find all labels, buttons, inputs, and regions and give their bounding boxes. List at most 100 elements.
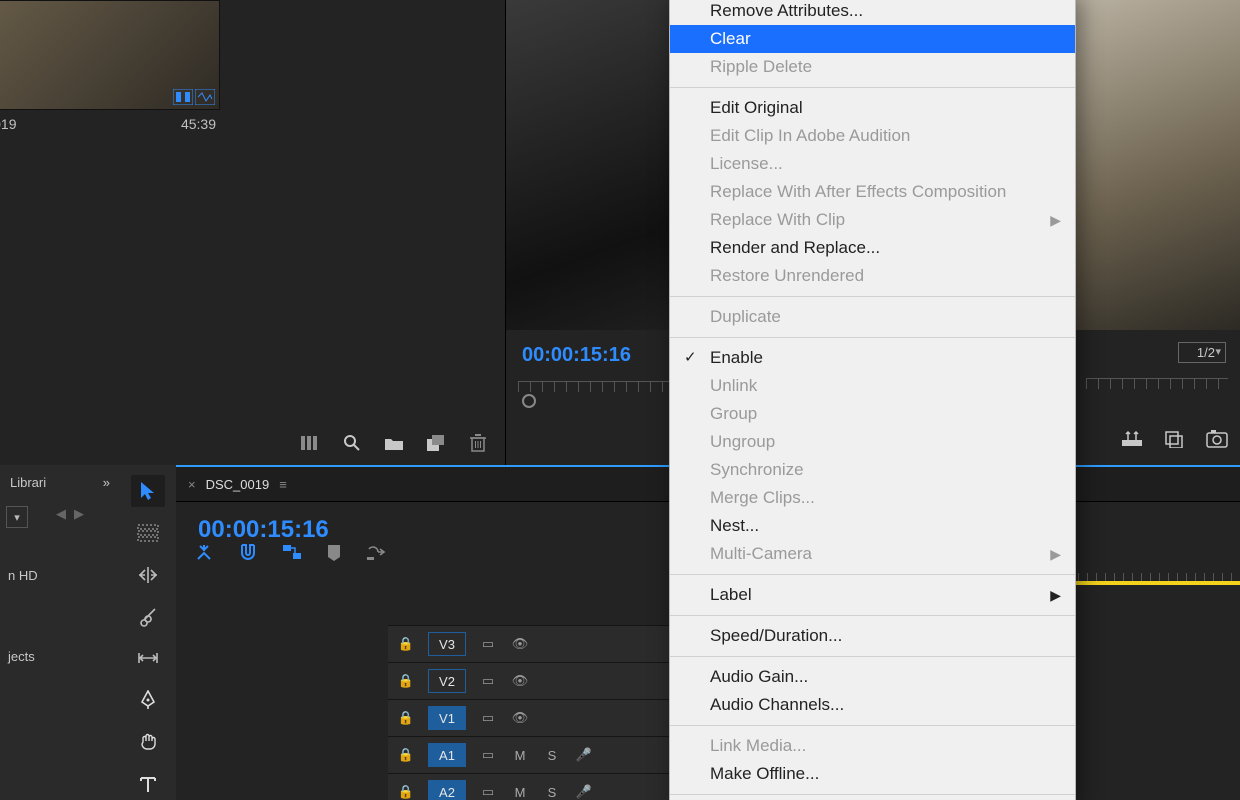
- lock-icon[interactable]: 🔒: [396, 673, 416, 689]
- app-root: 24:42 DSC_0019 45:39: [0, 0, 1240, 800]
- linked-selection-icon[interactable]: [282, 543, 302, 564]
- menu-item: Multi-Camera▶: [670, 540, 1075, 568]
- bin-toolbar: [300, 433, 488, 453]
- program-monitor: 1/2: [1074, 0, 1240, 465]
- sync-lock-icon[interactable]: ▭: [478, 784, 498, 800]
- menu-separator: [670, 87, 1075, 88]
- mute-toggle[interactable]: M: [510, 748, 530, 763]
- timeline-timecode[interactable]: 00:00:15:16: [198, 516, 329, 544]
- track-header-v1[interactable]: 🔒 V1 ▭ 👁: [388, 699, 682, 736]
- solo-toggle[interactable]: S: [542, 785, 562, 800]
- new-bin-icon[interactable]: [384, 433, 404, 453]
- lock-icon[interactable]: 🔒: [396, 710, 416, 726]
- lock-icon[interactable]: 🔒: [396, 747, 416, 763]
- menu-item[interactable]: Label▶: [670, 581, 1075, 609]
- razor-tool-icon[interactable]: [131, 601, 165, 633]
- nav-back-icon[interactable]: ◀: [56, 506, 66, 522]
- clip-duration: 45:39: [181, 116, 216, 132]
- menu-item[interactable]: Nest...: [670, 512, 1075, 540]
- track-header-v2[interactable]: 🔒 V2 ▭ 👁: [388, 662, 682, 699]
- menu-item: Synchronize: [670, 456, 1075, 484]
- menu-item[interactable]: Render and Replace...: [670, 234, 1075, 262]
- sync-lock-icon[interactable]: ▭: [478, 636, 498, 652]
- search-icon[interactable]: [342, 433, 362, 453]
- sync-lock-icon[interactable]: ▭: [478, 747, 498, 763]
- track-target[interactable]: V2: [428, 669, 466, 693]
- timeline-tools: [120, 465, 177, 800]
- eye-icon[interactable]: 👁: [510, 673, 530, 689]
- program-frame[interactable]: [1074, 0, 1240, 330]
- voiceover-icon[interactable]: 🎤: [574, 747, 594, 763]
- ripple-edit-tool-icon[interactable]: [131, 559, 165, 591]
- track-target[interactable]: V1: [428, 706, 466, 730]
- magnet-icon[interactable]: [238, 543, 258, 564]
- sequence-name[interactable]: DSC_0019: [206, 477, 270, 492]
- menu-item[interactable]: Edit Original: [670, 94, 1075, 122]
- list-view-icon[interactable]: [300, 433, 320, 453]
- resolution-value: 1/2: [1197, 345, 1215, 360]
- track-headers: 🔒 V3 ▭ 👁 🔒 V2 ▭ 👁 🔒 V1 ▭ 👁 🔒 A1 ▭: [388, 625, 682, 800]
- eye-icon[interactable]: 👁: [510, 636, 530, 652]
- menu-item[interactable]: Clear: [670, 25, 1075, 53]
- library-item[interactable]: jects: [0, 589, 120, 670]
- tab-options-icon[interactable]: ≡: [279, 477, 287, 492]
- slip-tool-icon[interactable]: [131, 643, 165, 675]
- menu-separator: [670, 794, 1075, 795]
- eye-icon[interactable]: 👁: [510, 710, 530, 726]
- library-sidebar: Librari » ▾ ◀ ▶ n HD jects: [0, 465, 121, 800]
- settings-icon[interactable]: [366, 543, 386, 564]
- snap-icon[interactable]: [194, 543, 214, 564]
- submenu-arrow-icon: ▶: [1050, 587, 1061, 604]
- menu-item: Restore Unrendered: [670, 262, 1075, 290]
- library-tab-label[interactable]: Librari: [10, 475, 46, 490]
- submenu-arrow-icon: ▶: [1050, 212, 1061, 229]
- resolution-selector[interactable]: 1/2: [1178, 342, 1226, 363]
- marker-add-icon[interactable]: [326, 543, 342, 564]
- menu-item: Merge Clips...: [670, 484, 1075, 512]
- hand-tool-icon[interactable]: [131, 726, 165, 758]
- menu-item[interactable]: Enable✓: [670, 344, 1075, 372]
- menu-item[interactable]: Audio Channels...: [670, 691, 1075, 719]
- menu-separator: [670, 337, 1075, 338]
- clip-thumbnail[interactable]: [0, 0, 220, 110]
- new-item-icon[interactable]: [426, 433, 446, 453]
- track-select-tool-icon[interactable]: [131, 517, 165, 549]
- lock-icon[interactable]: 🔒: [396, 636, 416, 652]
- track-target[interactable]: A2: [428, 780, 466, 800]
- track-header-v3[interactable]: 🔒 V3 ▭ 👁: [388, 625, 682, 662]
- sync-lock-icon[interactable]: ▭: [478, 673, 498, 689]
- menu-item[interactable]: Remove Attributes...: [670, 0, 1075, 25]
- lift-icon[interactable]: [1122, 430, 1142, 451]
- track-header-a2[interactable]: 🔒 A2 ▭ M S 🎤: [388, 773, 682, 800]
- clip-badges: [173, 89, 215, 105]
- menu-item: Unlink: [670, 372, 1075, 400]
- menu-item[interactable]: Make Offline...: [670, 760, 1075, 788]
- mute-toggle[interactable]: M: [510, 785, 530, 800]
- marker-icon[interactable]: [1164, 430, 1184, 451]
- context-menu[interactable]: Remove Attributes...ClearRipple DeleteEd…: [669, 0, 1076, 800]
- library-item[interactable]: n HD: [0, 528, 120, 589]
- close-tab-icon[interactable]: ×: [188, 477, 196, 492]
- menu-item[interactable]: Speed/Duration...: [670, 622, 1075, 650]
- nav-fwd-icon[interactable]: ▶: [74, 506, 84, 522]
- menu-item: Group: [670, 400, 1075, 428]
- voiceover-icon[interactable]: 🎤: [574, 784, 594, 800]
- track-header-a1[interactable]: 🔒 A1 ▭ M S 🎤: [388, 736, 682, 773]
- solo-toggle[interactable]: S: [542, 748, 562, 763]
- program-ruler[interactable]: [1086, 378, 1228, 401]
- track-target[interactable]: V3: [428, 632, 466, 656]
- selection-tool-icon[interactable]: [131, 475, 165, 507]
- lock-icon[interactable]: 🔒: [396, 784, 416, 800]
- menu-separator: [670, 725, 1075, 726]
- export-frame-icon[interactable]: [1206, 430, 1228, 451]
- sync-lock-icon[interactable]: ▭: [478, 710, 498, 726]
- pen-tool-icon[interactable]: [131, 684, 165, 716]
- library-dropdown[interactable]: ▾: [6, 506, 28, 528]
- bin-clip[interactable]: DSC_0019 45:39: [0, 0, 220, 132]
- panel-menu-icon[interactable]: »: [103, 475, 110, 490]
- menu-item[interactable]: Audio Gain...: [670, 663, 1075, 691]
- type-tool-icon[interactable]: [131, 768, 165, 800]
- trash-icon[interactable]: [468, 433, 488, 453]
- source-playhead-icon[interactable]: [522, 394, 536, 408]
- track-target[interactable]: A1: [428, 743, 466, 767]
